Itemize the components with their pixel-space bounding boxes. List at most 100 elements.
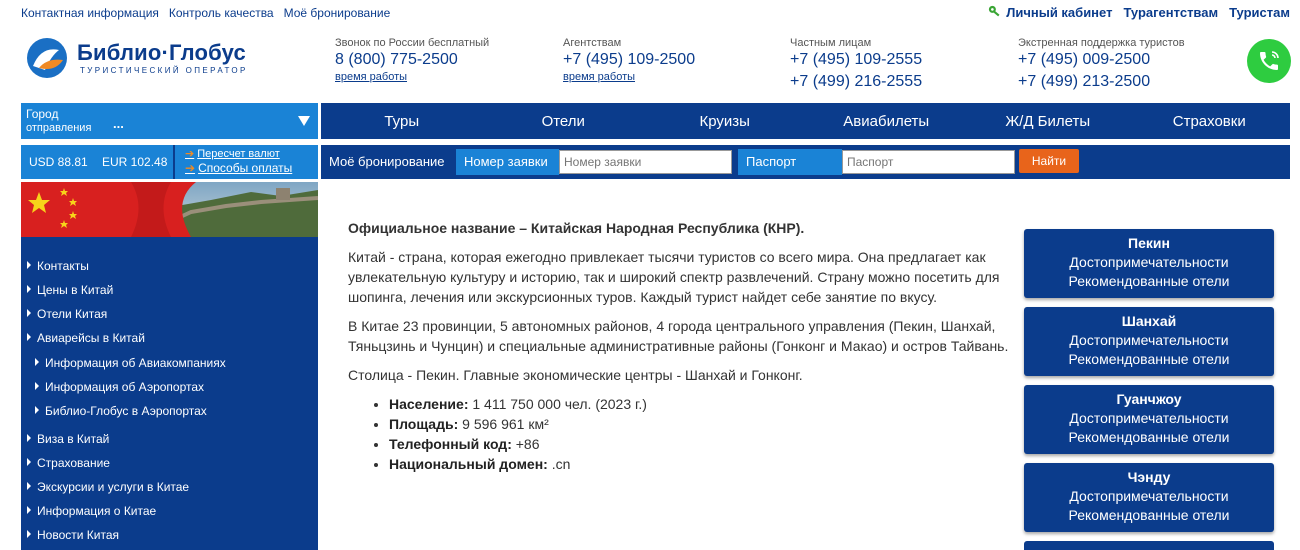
find-button[interactable]: Найти <box>1019 149 1079 173</box>
passport-input[interactable] <box>842 150 1015 174</box>
contact-phone[interactable]: +7 (499) 216-2555 <box>790 71 922 93</box>
currency-panel: USD 88.81 EUR 102.48 ➔ Пересчет валют ➔ Сп… <box>21 145 318 179</box>
contact-label: Частным лицам <box>790 37 872 49</box>
caret-right-icon <box>35 382 39 390</box>
city-card-sights-link[interactable]: Достопримечательности <box>1024 331 1274 350</box>
city-card-name[interactable]: Чэнду <box>1024 468 1274 487</box>
contact-phone[interactable]: +7 (495) 109-2500 <box>563 49 695 71</box>
personal-cabinet-link[interactable]: Личный кабинет <box>988 5 1112 20</box>
contact-phone[interactable]: +7 (499) 213-2500 <box>1018 71 1185 93</box>
city-card-hotels-link[interactable]: Рекомендованные отели <box>1024 272 1274 291</box>
nav-cruises[interactable]: Круизы <box>644 113 806 130</box>
sidebar-item-hotels[interactable]: Отели Китая <box>27 307 107 321</box>
top-link-contacts[interactable]: Контактная информация <box>21 6 159 20</box>
caret-right-icon <box>27 309 31 317</box>
fact-domain: Национальный домен: .cn <box>389 454 1013 474</box>
caret-right-icon <box>27 285 31 293</box>
sidebar-item-visa[interactable]: Виза в Китай <box>27 432 109 446</box>
city-label-line2: отправления <box>26 122 92 134</box>
fact-key: Телефонный код: <box>389 436 512 452</box>
sidebar-item-label: Авиарейсы в Китай <box>37 331 145 345</box>
city-card-sights-link[interactable]: Достопримечательности <box>1024 253 1274 272</box>
city-card-hotels-link[interactable]: Рекомендованные отели <box>1024 350 1274 369</box>
contact-label: Звонок по России бесплатный <box>335 37 490 49</box>
fact-value: 1 411 750 000 чел. (2023 г.) <box>472 396 647 412</box>
sidebar-item-airlines-info[interactable]: Информация об Авиакомпаниях <box>35 356 226 370</box>
nav-hotels[interactable]: Отели <box>483 113 645 130</box>
contact-agencies: Агентствам +7 (495) 109-2500 время работ… <box>563 37 695 83</box>
fact-population: Население: 1 411 750 000 чел. (2023 г.) <box>389 394 1013 414</box>
intro-paragraph: Китай - страна, которая ежегодно привлек… <box>348 249 1000 305</box>
contact-label: Экстренная поддержка туристов <box>1018 37 1185 49</box>
nav-insurance[interactable]: Страховки <box>1129 113 1291 130</box>
top-link-quality[interactable]: Контроль качества <box>169 6 274 20</box>
dropdown-arrow-icon <box>298 116 310 126</box>
capital-paragraph: Столица - Пекин. Главные экономические ц… <box>348 367 803 383</box>
payment-methods-link[interactable]: ➔ Способы оплаты <box>185 161 292 175</box>
arrow-right-icon: ➔ <box>185 148 195 160</box>
order-number-label: Номер заявки <box>456 149 559 175</box>
nav-flights[interactable]: Авиабилеты <box>806 113 968 130</box>
work-hours-link[interactable]: время работы <box>563 71 695 83</box>
order-number-input[interactable] <box>559 150 732 174</box>
sidebar-item-insurance[interactable]: Страхование <box>27 456 110 470</box>
sidebar-item-label: Отели Китая <box>37 307 108 321</box>
top-links: Контактная информация Контроль качества … <box>21 6 390 20</box>
caret-right-icon <box>35 406 39 414</box>
city-card-name[interactable]: Гуанчжоу <box>1024 390 1274 409</box>
city-card-guangzhou: Гуанчжоу Достопримечательности Рекомендо… <box>1024 385 1274 454</box>
fact-key: Население: <box>389 396 469 412</box>
fact-key: Национальный домен: <box>389 456 548 472</box>
logo[interactable]: Библио·Глобус ТУРИСТИЧЕСКИЙ ОПЕРАТОР <box>25 36 265 84</box>
city-card-chengdu: Чэнду Достопримечательности Рекомендован… <box>1024 463 1274 532</box>
caret-right-icon <box>27 482 31 490</box>
caret-right-icon <box>27 506 31 514</box>
top-link-my-booking[interactable]: Моё бронирование <box>284 6 391 20</box>
fact-area: Площадь: 9 596 961 км² <box>389 414 1013 434</box>
work-hours-link[interactable]: время работы <box>335 71 489 83</box>
sidebar-item-prices[interactable]: Цены в Китай <box>27 283 113 297</box>
booking-title: Моё бронирование <box>329 154 445 169</box>
city-label-line1: Город <box>26 107 59 121</box>
currency-recalc-link[interactable]: ➔ Пересчет валют <box>185 147 280 160</box>
sidebar-item-biblio-airports[interactable]: Библио-Глобус в Аэропортах <box>35 404 207 418</box>
contact-label: Агентствам <box>563 37 622 49</box>
payment-methods-label: Способы оплаты <box>198 161 293 175</box>
city-card-name[interactable]: Пекин <box>1024 234 1274 253</box>
china-banner-image <box>21 182 318 237</box>
city-card-sights-link[interactable]: Достопримечательности <box>1024 409 1274 428</box>
nav-tours[interactable]: Туры <box>321 113 483 130</box>
city-card-name[interactable]: Шанхай <box>1024 312 1274 331</box>
call-button[interactable] <box>1247 39 1291 83</box>
sidebar-item-label: Информация об Авиакомпаниях <box>45 356 226 370</box>
arrow-right-icon: ➔ <box>185 161 196 175</box>
sidebar-item-label: Цены в Китай <box>37 283 114 297</box>
sidebar-item-excursions[interactable]: Экскурсии и услуги в Китае <box>27 480 189 494</box>
sidebar-menu: Контакты Цены в Китай Отели Китая Авиаре… <box>21 237 318 550</box>
caret-right-icon <box>27 530 31 538</box>
city-card-sights-link[interactable]: Достопримечательности <box>1024 487 1274 506</box>
caret-right-icon <box>27 333 31 341</box>
tourists-link[interactable]: Туристам <box>1229 5 1290 20</box>
sidebar-item-airports-info[interactable]: Информация об Аэропортах <box>35 380 204 394</box>
contact-phone[interactable]: +7 (495) 009-2500 <box>1018 49 1185 71</box>
main-content: Официальное название – Китайская Народна… <box>348 218 1013 474</box>
sidebar-item-contacts[interactable]: Контакты <box>27 259 89 273</box>
facts-list: Население: 1 411 750 000 чел. (2023 г.) … <box>389 394 1013 474</box>
contact-phone[interactable]: +7 (495) 109-2555 <box>790 49 922 71</box>
passport-label: Паспорт <box>738 149 842 175</box>
phone-icon <box>1260 51 1279 70</box>
departure-city-select[interactable]: Город отправления ... <box>21 103 318 139</box>
regions-paragraph: В Китае 23 провинции, 5 автономных район… <box>348 318 1009 354</box>
sidebar-item-china-info[interactable]: Информация о Китае <box>27 504 156 518</box>
agencies-link[interactable]: Турагентствам <box>1123 5 1218 20</box>
nav-rail[interactable]: Ж/Д Билеты <box>967 113 1129 130</box>
sidebar-item-label: Страхование <box>37 456 110 470</box>
fact-value: +86 <box>515 436 540 452</box>
sidebar-item-label: Библио-Глобус в Аэропортах <box>45 404 207 418</box>
contact-phone[interactable]: 8 (800) 775-2500 <box>335 49 489 71</box>
sidebar-item-flights[interactable]: Авиарейсы в Китай <box>27 331 145 345</box>
city-card-hotels-link[interactable]: Рекомендованные отели <box>1024 428 1274 447</box>
city-card-hotels-link[interactable]: Рекомендованные отели <box>1024 506 1274 525</box>
sidebar-item-news[interactable]: Новости Китая <box>27 528 119 542</box>
